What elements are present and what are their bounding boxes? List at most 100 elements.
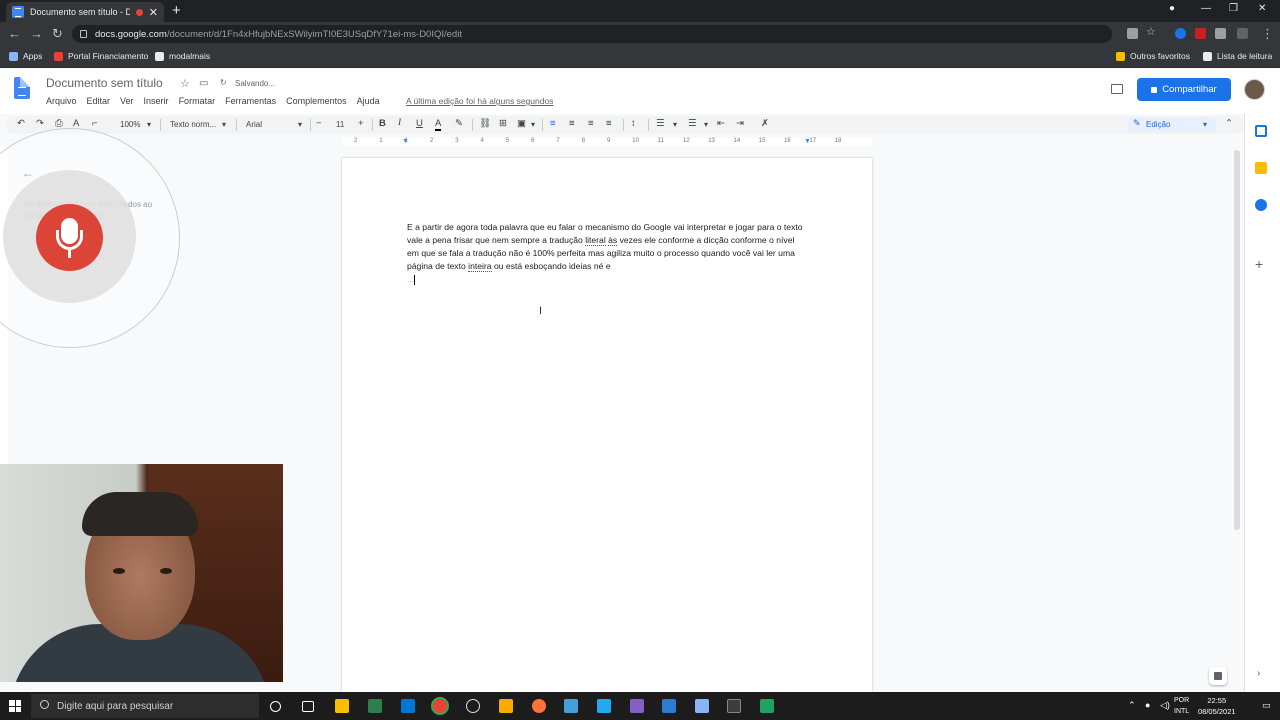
menu-editar[interactable]: Editar (87, 96, 111, 106)
style-select[interactable]: Texto norm... (170, 120, 216, 129)
terminal-icon[interactable] (727, 699, 741, 713)
redo-icon[interactable]: ↷ (36, 118, 44, 129)
new-tab-button[interactable]: + (172, 2, 181, 19)
document-title[interactable]: Documento sem título (46, 76, 163, 90)
underline-button[interactable]: U (416, 118, 423, 129)
visual-studio-icon[interactable] (630, 699, 644, 713)
decrease-font-size-button[interactable]: − (316, 118, 322, 129)
decrease-indent-icon[interactable]: ⇤ (717, 118, 725, 129)
align-right-icon[interactable]: ≡ (588, 118, 594, 129)
last-edit-link[interactable]: A última edição foi há alguns segundos (406, 96, 553, 106)
taskbar-clock[interactable]: 22:55 08/05/2021 (1198, 695, 1236, 717)
comment-icon[interactable]: ⊞ (499, 118, 507, 129)
italic-button[interactable]: I (398, 118, 401, 128)
app-icon[interactable] (368, 699, 382, 713)
app-icon[interactable] (695, 699, 709, 713)
firefox-icon[interactable] (532, 699, 546, 713)
address-bar[interactable]: docs.google.com/document/d/1Fn4xHfujbNEx… (72, 25, 1112, 43)
document-body[interactable]: E a partir de agora toda palavra que eu … (407, 221, 807, 286)
extensions-puzzle-icon[interactable] (1215, 28, 1226, 39)
paint-format-icon[interactable]: ⌐ (92, 118, 98, 129)
indent-marker-icon[interactable]: ▼ (402, 138, 409, 145)
task-view-icon[interactable] (302, 701, 314, 712)
volume-icon[interactable]: ◁) (1160, 700, 1170, 711)
menu-arquivo[interactable]: Arquivo (46, 96, 77, 106)
input-language[interactable]: POR INTL (1174, 695, 1189, 717)
spelling-flag[interactable]: às (608, 235, 618, 246)
app-icon[interactable] (760, 699, 774, 713)
bookmark-modalmais[interactable]: modalmais (155, 51, 210, 61)
font-select[interactable]: Arial (246, 120, 262, 129)
chrome-icon[interactable] (433, 699, 447, 713)
cortana-icon[interactable] (270, 701, 281, 712)
spelling-flag[interactable]: inteira (468, 261, 492, 272)
zoom-select[interactable]: 100% (120, 120, 140, 129)
right-margin-marker-icon[interactable]: ▼ (804, 138, 811, 145)
undo-icon[interactable]: ↶ (17, 118, 25, 129)
calendar-icon[interactable] (1255, 125, 1267, 137)
word-icon[interactable] (662, 699, 676, 713)
link-icon[interactable]: ⛓ (479, 118, 491, 129)
increase-font-size-button[interactable]: + (358, 118, 364, 129)
browser-tab[interactable]: Documento sem título - Doc ✕ (6, 2, 164, 22)
menu-complementos[interactable]: Complementos (286, 96, 347, 106)
line-spacing-icon[interactable]: ↕ (631, 118, 636, 129)
menu-ajuda[interactable]: Ajuda (357, 96, 380, 106)
app-icon[interactable] (466, 699, 480, 713)
chrome-menu-icon[interactable]: ⋮ (1261, 26, 1274, 42)
explore-button[interactable] (1209, 667, 1227, 685)
extension-icon[interactable] (1195, 28, 1206, 39)
bookmark-star-icon[interactable]: ☆ (1146, 25, 1157, 38)
account-icon[interactable]: ● (1169, 3, 1175, 14)
file-explorer-icon[interactable] (335, 699, 349, 713)
move-folder-icon[interactable]: ▭ (199, 78, 208, 89)
menu-ferramentas[interactable]: Ferramentas (225, 96, 276, 106)
expand-panel-icon[interactable]: › (1257, 668, 1260, 679)
tasks-icon[interactable] (1255, 199, 1267, 211)
star-icon[interactable]: ☆ (180, 77, 190, 90)
scrollbar[interactable] (1234, 150, 1240, 530)
image-icon[interactable]: ▣ (517, 118, 526, 129)
bookmark-portal-financiamento[interactable]: Portal Financiamento (54, 51, 148, 61)
taskbar-search[interactable]: Digite aqui para pesquisar (31, 694, 259, 718)
restore-button[interactable]: ❐ (1229, 3, 1238, 14)
align-left-icon[interactable]: ≡ (550, 118, 556, 129)
highlight-icon[interactable]: ✎ (455, 118, 463, 129)
bookmark-apps[interactable]: Apps (9, 51, 42, 61)
app-icon[interactable] (564, 699, 578, 713)
justify-icon[interactable]: ≡ (606, 118, 612, 129)
collapse-menus-icon[interactable]: ⌃ (1225, 118, 1233, 129)
microphone-button[interactable] (36, 204, 103, 271)
camera-icon[interactable] (1127, 28, 1138, 39)
increase-indent-icon[interactable]: ⇥ (736, 118, 744, 129)
bold-button[interactable]: B (379, 118, 386, 129)
align-center-icon[interactable]: ≡ (569, 118, 575, 129)
close-tab-icon[interactable]: ✕ (149, 6, 158, 19)
numbered-list-icon[interactable]: ☰ (656, 118, 665, 129)
windows-start-icon[interactable] (9, 700, 21, 712)
vscode-icon[interactable] (597, 699, 611, 713)
extension-icon[interactable] (1237, 28, 1248, 39)
text-color-icon[interactable]: A (435, 118, 442, 131)
comment-history-icon[interactable] (1111, 84, 1123, 94)
bookmark-reading-list[interactable]: Lista de leitura (1203, 51, 1272, 61)
menu-ver[interactable]: Ver (120, 96, 134, 106)
bulleted-list-icon[interactable]: ☰ (688, 118, 697, 129)
close-window-button[interactable]: ✕ (1258, 3, 1266, 14)
share-button[interactable]: Compartilhar (1137, 78, 1231, 101)
back-button[interactable]: ← (8, 26, 21, 41)
extension-icon[interactable] (1175, 28, 1186, 39)
forward-button[interactable]: → (30, 26, 43, 41)
menu-inserir[interactable]: Inserir (144, 96, 169, 106)
bookmark-outros-favoritos[interactable]: Outros favoritos (1116, 51, 1190, 61)
add-addon-icon[interactable]: + (1255, 256, 1263, 272)
menu-formatar[interactable]: Formatar (179, 96, 216, 106)
minimize-button[interactable]: — (1201, 3, 1211, 14)
reload-button[interactable]: ↻ (52, 26, 63, 42)
microphone-tray-icon[interactable]: ● (1145, 700, 1150, 710)
app-icon[interactable] (499, 699, 513, 713)
avatar[interactable] (1244, 79, 1265, 100)
app-icon[interactable] (401, 699, 415, 713)
docs-logo-icon[interactable] (14, 77, 30, 99)
tray-chevron-icon[interactable]: ⌃ (1128, 700, 1136, 711)
